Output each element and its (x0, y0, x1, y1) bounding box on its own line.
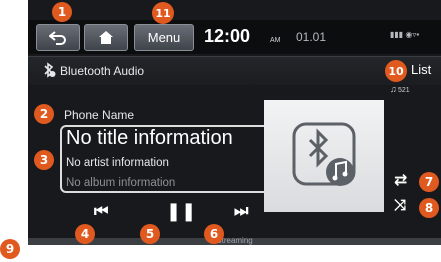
clock: 12:00 (204, 26, 251, 46)
menu-button[interactable]: Menu (134, 24, 194, 51)
phone-name: Phone Name (64, 108, 135, 122)
bottom-margin (28, 245, 441, 262)
bluetooth-music-icon (292, 122, 356, 186)
callout-9: 9 (0, 239, 20, 259)
list-button[interactable]: List (411, 62, 431, 77)
callout-8: 8 (419, 198, 439, 218)
track-title: No title information (66, 127, 233, 149)
callout-3: 3 (34, 150, 54, 170)
pause-icon[interactable]: ❚❚ (166, 201, 196, 222)
callout-10: 10 (385, 60, 407, 82)
track-album: No album information (66, 177, 176, 189)
callout-6: 6 (204, 224, 224, 244)
track-artist: No artist information (66, 157, 169, 169)
music-note-icon: ♫ (390, 84, 397, 94)
callout-7: 7 (419, 172, 439, 192)
am-pm: AM (270, 37, 281, 44)
head-unit-screen: Menu 12:00 AM 01.01 ▮▮▮ ◉▿▪ Bluetooth Au… (28, 0, 441, 262)
previous-track-icon[interactable]: ⏮ (94, 203, 108, 221)
album-art (264, 100, 384, 212)
bluetooth-audio-icon (44, 62, 56, 78)
callout-1: 1 (52, 2, 72, 22)
source-label: Bluetooth Audio (60, 64, 145, 78)
callout-4: 4 (75, 224, 95, 244)
status-icons: ▮▮▮ ◉▿▪ (390, 30, 420, 39)
date: 01.01 (296, 30, 327, 44)
home-icon (99, 31, 113, 44)
next-track-icon[interactable]: ⏭ (234, 203, 248, 221)
shuffle-icon[interactable]: ⤨ (394, 197, 406, 214)
back-arrow-icon (49, 30, 66, 45)
repeat-icon[interactable]: ⇄ (394, 170, 407, 190)
home-button[interactable] (84, 24, 128, 51)
track-count: 521 (398, 87, 410, 94)
callout-11: 11 (152, 2, 174, 24)
back-button[interactable] (36, 24, 80, 51)
callout-2: 2 (34, 104, 54, 124)
callout-5: 5 (140, 224, 160, 244)
